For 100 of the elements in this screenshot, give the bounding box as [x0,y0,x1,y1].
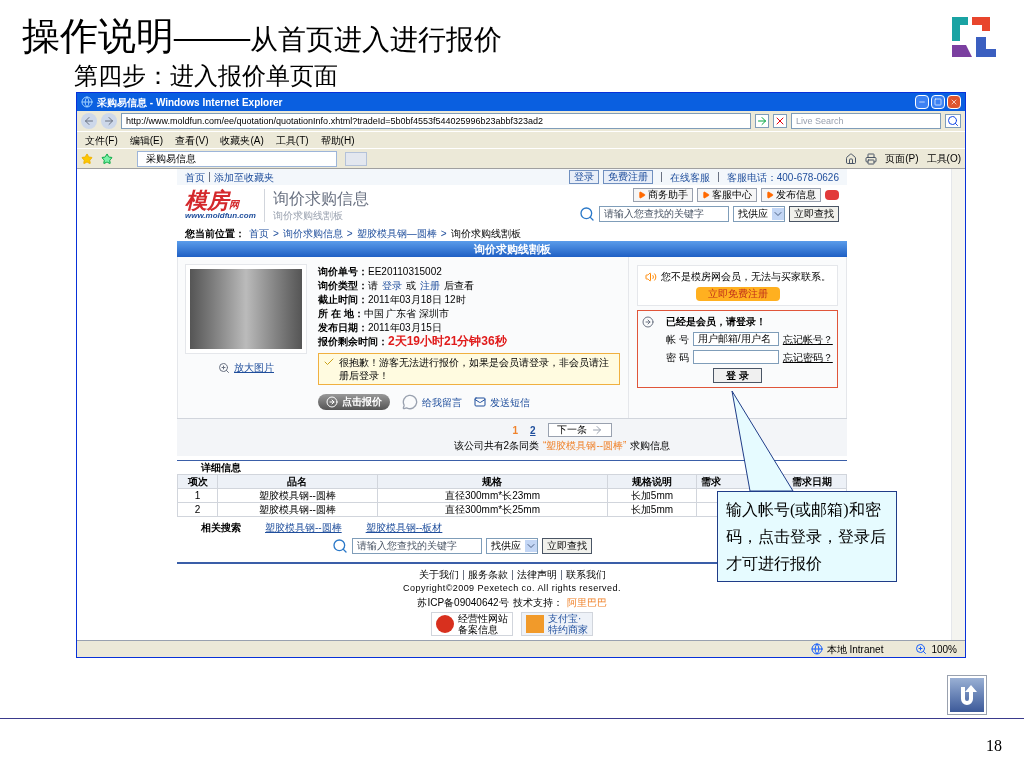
next-button[interactable]: 下一条 [547,423,612,437]
speaker-icon [644,270,657,283]
sms-link[interactable]: 发送短信 [490,395,530,409]
header-button[interactable]: 发布信息 [761,188,821,202]
footer-badge[interactable]: 经营性网站 备案信息 [431,612,513,636]
slide-subtitle: 从首页进入进行报价 [250,23,502,57]
breadcrumb-label: 您当前位置： [185,226,245,240]
menu-item[interactable]: 查看(V) [175,133,209,147]
search-icon [579,206,595,222]
scope-dropdown[interactable]: 找供应 [733,206,785,222]
add-favorite-icon[interactable] [101,152,113,165]
status-zone: 本地 Intranet [826,642,884,656]
enlarge-link[interactable]: 放大图片 [234,361,274,374]
maximize-icon [934,98,942,106]
similar-text: 该公司共有2条同类 [453,439,540,452]
check-icon [323,356,335,368]
account-field[interactable]: 用户邮箱/用户名 [692,332,779,346]
support-label: 技术支持： [512,596,563,609]
address-bar[interactable]: http://www.moldfun.com/ee/quotation/quotationInfo.xhtml?tradeId=5b0bf4553f544025996b23abbf323ad2 [121,113,751,129]
header-button[interactable]: 客服中心 [697,188,757,202]
search-field[interactable]: 请输入您查找的关键字 [599,206,729,222]
find-button[interactable]: 立即查找 [542,538,592,554]
footer-link[interactable]: 法律声明 [516,568,557,581]
password-label: 密 码 [666,350,689,364]
login-button[interactable]: 登录 [568,170,599,184]
search-icon [332,538,348,554]
password-field[interactable] [692,350,779,364]
status-zoom[interactable]: 100% [931,642,957,656]
play-icon [638,191,646,199]
stop-icon [774,115,786,127]
related-link[interactable]: 塑胶模具钢--板材 [365,521,443,534]
menu-item[interactable]: 收藏夹(A) [220,133,264,147]
menu-item[interactable]: 文件(F) [85,133,118,147]
site-logo: 模房网 www.moldfun.com [185,190,256,220]
footer-link[interactable]: 服务条款 [467,568,508,581]
footer-link[interactable]: 关于我们 [418,568,459,581]
menu-item[interactable]: 工具(T) [275,133,309,147]
close-icon [950,98,958,106]
minimize-button[interactable] [915,95,929,109]
play-icon [766,191,774,199]
step-heading: 第四步：进入报价单页面 [74,63,338,89]
detail-value: 2011年03月18日 12时 [368,293,466,306]
breadcrumb-link[interactable]: 塑胶模具钢—圆棒 [356,226,437,240]
forward-arrow-icon [103,115,115,127]
detail-link[interactable]: 登录 [382,280,402,291]
find-button[interactable]: 立即查找 [789,206,839,222]
scope-dropdown[interactable]: 找供应 [486,538,538,554]
arrow-right-icon [590,424,603,436]
breadcrumb-separator: > [346,226,353,240]
message-link[interactable]: 给我留言 [422,395,462,409]
section-banner: 询价求购线割板 [177,241,847,257]
go-button[interactable] [755,114,769,128]
detail-label: 所 在 地： [318,307,364,320]
sms-icon [474,396,486,408]
forgot-account-link[interactable]: 忘记帐号？ [782,332,833,346]
table-cell: 1 [177,488,218,503]
chevron-down-icon [772,208,784,220]
search-field[interactable]: 请输入您查找的关键字 [352,538,482,554]
menu-item[interactable]: 帮助(H) [320,133,355,147]
page-link[interactable]: 2 [530,423,536,437]
home-link[interactable]: 首页 [185,170,205,184]
login-title: 已经是会员，请登录！ [666,315,766,328]
detail-link[interactable]: 注册 [420,280,440,291]
submit-button[interactable]: 登 录 [713,368,762,383]
detail-value: 中国 广东省 深圳市 [363,307,450,320]
breadcrumb-separator: > [440,226,447,240]
related-link[interactable]: 塑胶模具钢--圆棒 [265,521,342,534]
footer-link[interactable]: 联系我们 [565,568,606,581]
toolbar-menu[interactable]: 页面(P) [885,152,919,165]
page-number: 18 [986,736,1002,756]
menu-item[interactable]: 编辑(E) [129,133,164,147]
copyright-text: Copyright©2009 Pexetech co. All rights reserved. [403,582,621,595]
stop-button[interactable] [773,114,787,128]
search-button[interactable] [945,114,961,128]
play-icon [702,191,710,199]
close-button[interactable] [947,95,961,109]
home-icon[interactable] [845,152,858,165]
table-title: 详细信息 [201,462,241,473]
return-button[interactable] [948,676,986,714]
register-button[interactable]: 免费注册 [602,170,653,184]
similar-text: 求购信息 [630,439,671,452]
breadcrumb-link[interactable]: 首页 [249,226,269,240]
breadcrumb-link[interactable]: 询价求购信息 [282,226,343,240]
footer-badge[interactable]: 支付宝· 特约商家 [521,612,593,636]
search-icon [947,115,959,127]
printer-icon[interactable] [865,152,878,165]
zoom-icon [218,361,230,374]
column-header: 规格 [377,474,608,489]
column-header: 项次 [177,474,218,489]
browser-tab[interactable]: 采购易信息 [137,150,337,167]
toolbar-menu[interactable]: 工具(O) [926,152,961,165]
quote-button[interactable]: 点击报价 [318,394,390,410]
service-link[interactable]: 在线客服 [669,170,710,184]
slide-title: 操作说明—— [22,14,250,58]
bookmark-link[interactable]: 添加至收藏夹 [214,170,274,184]
maximize-button[interactable] [931,95,945,109]
header-button[interactable]: 商务助手 [633,188,693,202]
forgot-password-link[interactable]: 忘记密码？ [782,350,833,364]
countdown-value: 2天19小时21分钟36秒 [388,335,507,348]
notice-text: 您不是模房网会员，无法与买家联系。 [660,270,831,283]
